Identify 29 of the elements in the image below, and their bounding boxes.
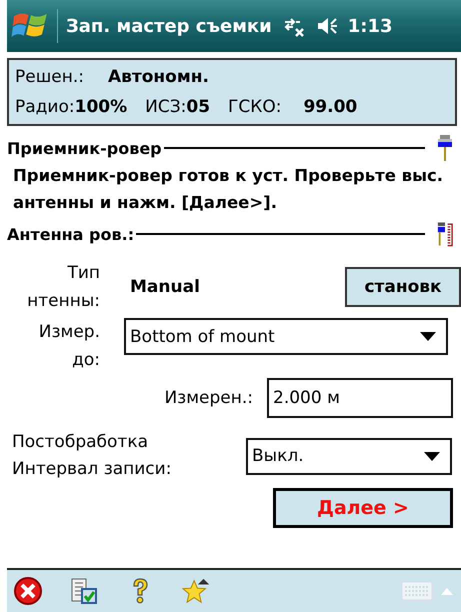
clock[interactable]: 1:13 (348, 16, 393, 36)
antenna-type-value: Manual (130, 277, 201, 297)
setup-button[interactable]: становк (345, 267, 461, 307)
instruction-text: Приемник-ровер готов к уст. Проверьте выс. антенны и нажм. [Далее>]. (12, 165, 444, 214)
pdop-value: 99.00 (303, 97, 358, 117)
section-heading: Приемник-ровер (7, 138, 162, 158)
measured-label: Измерен.: (164, 388, 253, 408)
measured-height-field[interactable]: 2.000 м (267, 378, 453, 418)
pdop-label: ГСКО: (228, 97, 282, 117)
star-icon[interactable] (181, 576, 211, 606)
measured-to-label: Измер. до: (38, 321, 100, 372)
satellites-label: ИСЗ: (145, 97, 186, 117)
dropdown-caret-icon (420, 332, 436, 341)
window-title: Зап. мастер съемки (66, 16, 272, 36)
measured-to-dropdown[interactable]: Bottom of mount (124, 318, 448, 355)
dropdown-caret-icon (424, 452, 440, 460)
solution-label: Решен.: (15, 67, 84, 87)
solution-value: Автономн. (108, 67, 209, 87)
checklist-icon[interactable] (69, 576, 99, 606)
logging-interval-dropdown[interactable]: Выкл. (246, 438, 452, 474)
logging-interval-label: Постобработка Интервал записи: (11, 431, 172, 481)
satellites-value: 05 (186, 97, 210, 117)
close-icon[interactable] (13, 576, 43, 606)
antenna-type-label: Тип нтенны: (26, 262, 100, 313)
radio-value: 100% (74, 97, 128, 117)
radio-label: Радио: (15, 97, 75, 117)
antenna-height-icon (437, 220, 453, 248)
section-heading: Антенна ров.: (7, 224, 134, 244)
receiver-icon (437, 134, 453, 162)
